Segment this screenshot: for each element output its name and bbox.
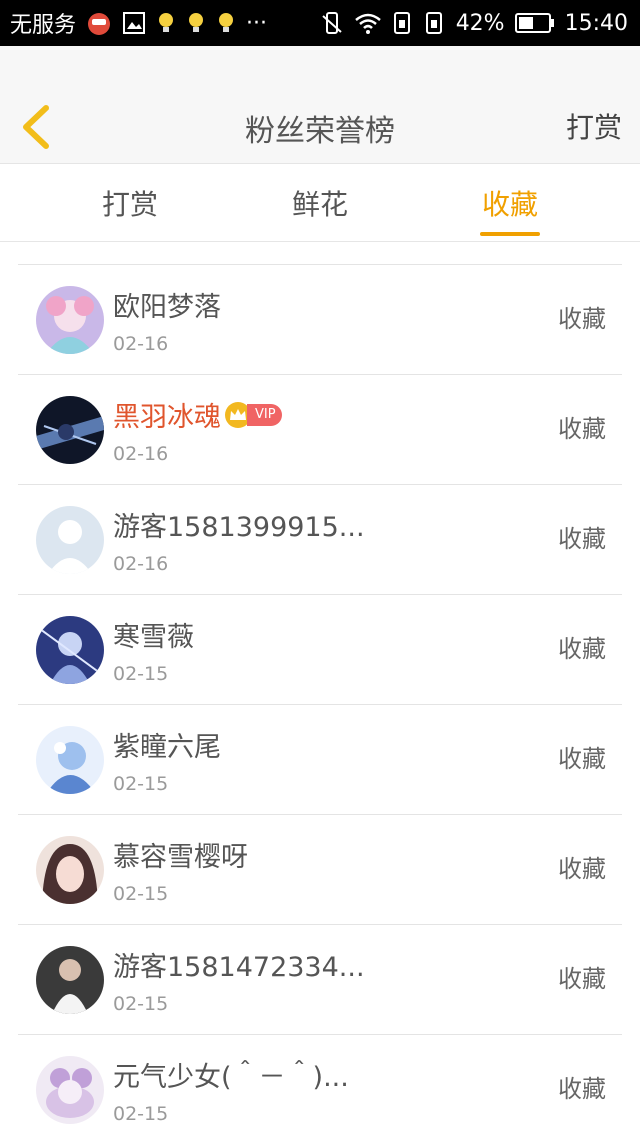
fan-date: 02-15 — [113, 663, 169, 685]
notification-app-icon — [86, 10, 112, 36]
fan-name: 慕容雪樱呀 — [113, 842, 248, 873]
status-bar: 无服务 ··· 42% 15:40 — [0, 0, 640, 46]
fan-name: 紫瞳六尾 — [113, 732, 221, 763]
battery-percent: 42% — [455, 10, 505, 36]
list-item[interactable]: 游客1581399915... 02-16 收藏 — [18, 484, 622, 594]
carrier-label: 无服务 — [10, 13, 77, 38]
avatar — [36, 396, 104, 464]
tab-bar: 打赏 鲜花 收藏 — [0, 164, 640, 242]
fan-action-label: 收藏 — [558, 635, 606, 663]
fan-name-row: 黑羽冰魂 VIP — [113, 395, 282, 434]
fan-list[interactable]: 欧阳梦落 02-16 收藏 黑羽冰魂 VIP 02-16 收藏 游客158139… — [0, 242, 640, 1138]
fan-date: 02-16 — [113, 553, 169, 575]
image-notification-icon — [122, 11, 146, 35]
fan-name: 游客1581472334... — [113, 952, 365, 983]
avatar — [36, 286, 104, 354]
fan-name: 寒雪薇 — [113, 622, 194, 653]
avatar — [36, 946, 104, 1014]
list-item[interactable]: 欧阳梦落 02-16 收藏 — [18, 264, 622, 374]
fan-action-label: 收藏 — [558, 415, 606, 443]
vip-badge: VIP — [225, 401, 282, 428]
tab-favorites[interactable]: 收藏 — [440, 164, 580, 242]
fan-date: 02-15 — [113, 883, 169, 905]
battery-icon — [514, 12, 555, 34]
list-item[interactable]: 慕容雪樱呀 02-15 收藏 — [18, 814, 622, 924]
more-notifications-icon: ··· — [246, 10, 267, 36]
fan-action-label: 收藏 — [558, 525, 606, 553]
bulb-notification-icon-3 — [216, 11, 236, 35]
clock: 15:40 — [564, 10, 628, 36]
fan-name: 欧阳梦落 — [113, 292, 221, 323]
list-item-partial — [18, 242, 622, 264]
list-item[interactable]: 寒雪薇 02-15 收藏 — [18, 594, 622, 704]
reward-button[interactable]: 打赏 — [566, 106, 622, 146]
fan-name: 黑羽冰魂 — [113, 402, 221, 433]
fan-date: 02-16 — [113, 443, 169, 465]
avatar — [36, 506, 104, 574]
wifi-icon — [354, 11, 382, 35]
tab-flowers[interactable]: 鲜花 — [250, 164, 390, 242]
vibrate-icon — [320, 10, 344, 36]
title-bar: 粉丝荣誉榜 打赏 — [0, 46, 640, 164]
vip-label: VIP — [247, 403, 282, 426]
avatar — [36, 616, 104, 684]
sim-signal-icon-2 — [424, 11, 446, 35]
fan-action-label: 收藏 — [558, 965, 606, 993]
status-bar-left: 无服务 ··· — [10, 7, 267, 39]
status-bar-right: 42% 15:40 — [320, 10, 628, 36]
list-item[interactable]: 黑羽冰魂 VIP 02-16 收藏 — [18, 374, 622, 484]
bulb-notification-icon — [156, 11, 176, 35]
list-item[interactable]: 紫瞳六尾 02-15 收藏 — [18, 704, 622, 814]
sim-signal-icon — [392, 11, 414, 35]
list-item[interactable]: 元气少女(＾－＾)... 02-15 收藏 — [18, 1034, 622, 1138]
tab-reward[interactable]: 打赏 — [60, 164, 200, 242]
fan-date: 02-16 — [113, 333, 169, 355]
fan-name: 游客1581399915... — [113, 512, 365, 543]
avatar — [36, 726, 104, 794]
avatar — [36, 836, 104, 904]
fan-action-label: 收藏 — [558, 745, 606, 773]
avatar — [36, 1056, 104, 1124]
fan-date: 02-15 — [113, 1103, 169, 1125]
fan-action-label: 收藏 — [558, 855, 606, 883]
fan-action-label: 收藏 — [558, 305, 606, 333]
fan-date: 02-15 — [113, 993, 169, 1015]
fan-name: 元气少女(＾－＾)... — [113, 1062, 349, 1093]
fan-date: 02-15 — [113, 773, 169, 795]
fan-action-label: 收藏 — [558, 1075, 606, 1103]
page-title: 粉丝荣誉榜 — [245, 114, 395, 149]
bulb-notification-icon-2 — [186, 11, 206, 35]
list-item[interactable]: 游客1581472334... 02-15 收藏 — [18, 924, 622, 1034]
